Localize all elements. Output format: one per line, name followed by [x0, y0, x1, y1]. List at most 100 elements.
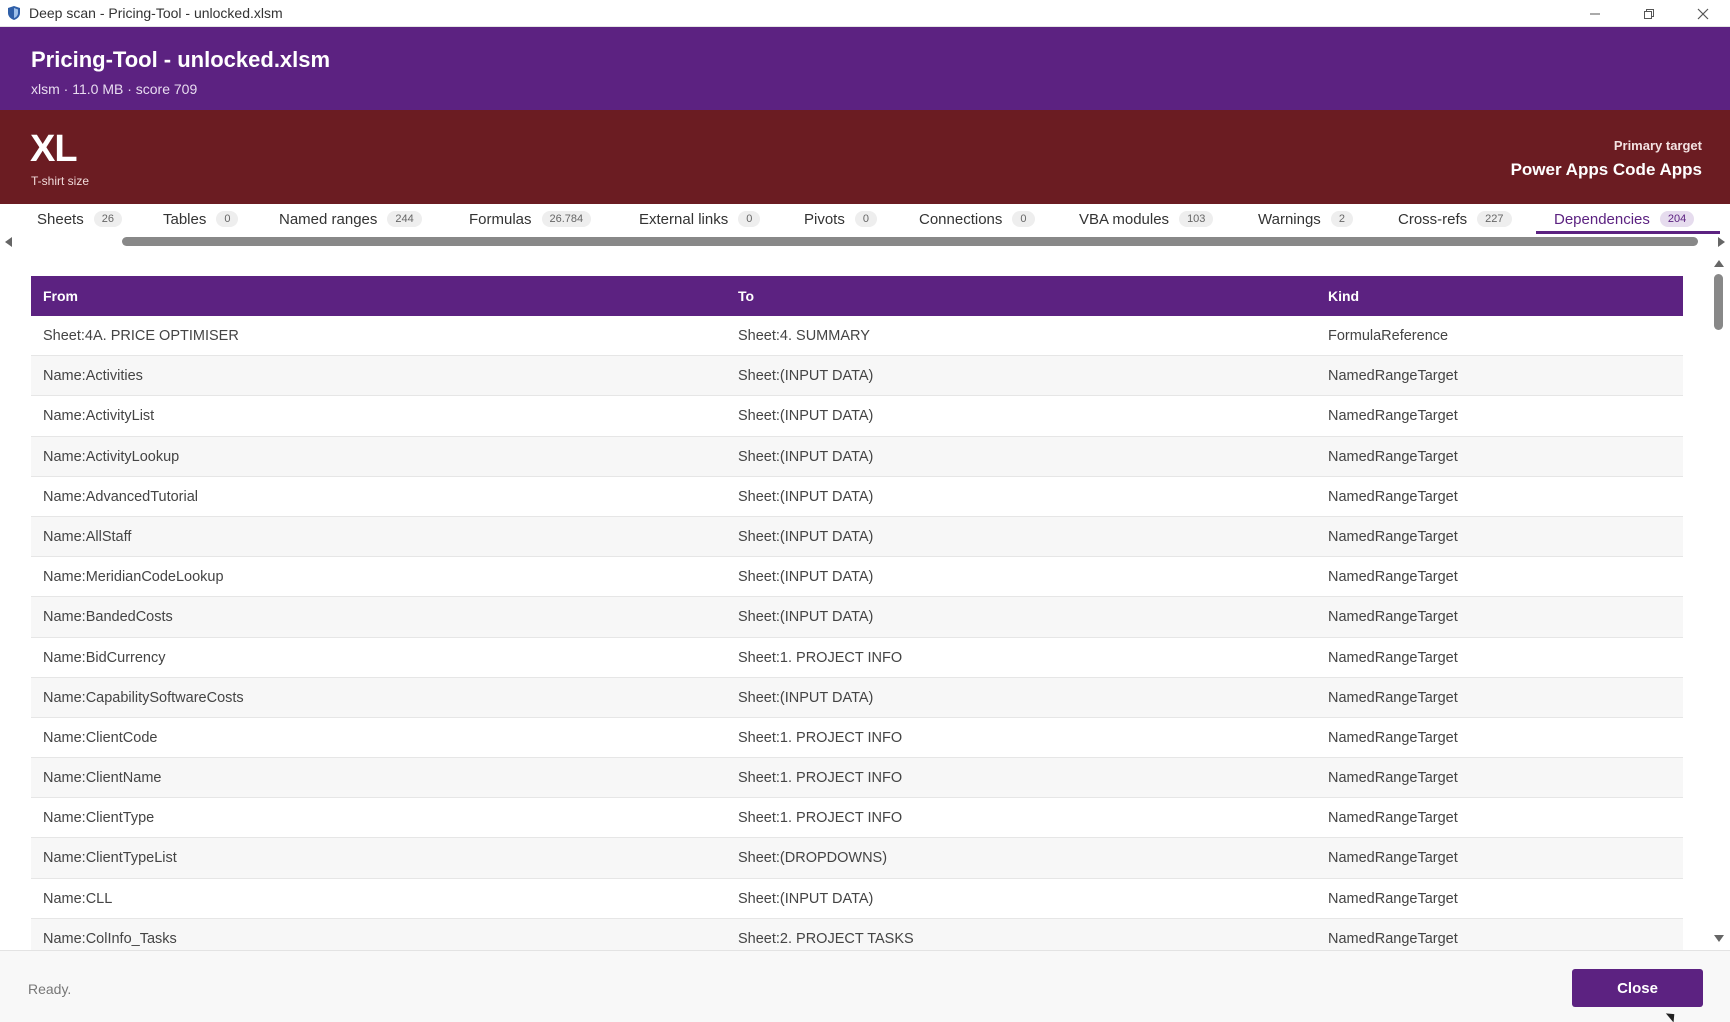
- table-row[interactable]: Name:ClientTypeList Sheet:(DROPDOWNS) Name…: [31, 838, 1683, 879]
- tab-count-badge: 0: [1012, 211, 1035, 227]
- cell-kind: NamedRangeTarget: [1328, 890, 1458, 907]
- tab-dependencies[interactable]: Dependencies 204: [1554, 204, 1695, 234]
- cell-to: Sheet:2. PROJECT TASKS: [738, 930, 914, 947]
- tab-label: Cross-refs: [1398, 210, 1468, 228]
- cell-kind: NamedRangeTarget: [1328, 368, 1458, 385]
- table-row[interactable]: Name:MeridianCodeLookup Sheet:(INPUT DATA…: [31, 557, 1683, 598]
- tab-scroll-thumb[interactable]: [122, 237, 1698, 246]
- tab-cross-refs[interactable]: Cross-refs 227: [1398, 204, 1512, 234]
- table-scroll-thumb[interactable]: [1714, 274, 1723, 330]
- table-row[interactable]: Name:BidCurrency Sheet:1. PROJECT INFO Nam…: [31, 638, 1683, 678]
- tab-label: Warnings: [1258, 210, 1321, 228]
- cell-kind: NamedRangeTarget: [1328, 810, 1458, 827]
- cell-to: Sheet:(DROPDOWNS): [738, 850, 888, 867]
- table-row[interactable]: Name:ColInfo_Tasks Sheet:2. PROJECT TASKS…: [31, 918, 1683, 950]
- column-header-from[interactable]: From: [43, 288, 78, 304]
- tab-connections[interactable]: Connections 0: [919, 204, 1035, 234]
- table-row[interactable]: Name:Activities Sheet:(INPUT DATA) NamedRa…: [31, 356, 1683, 397]
- window-controls: [1568, 0, 1730, 27]
- cell-to: Sheet:(INPUT DATA): [738, 408, 874, 425]
- cell-from: Name:ClientCode: [43, 729, 158, 746]
- minimize-button[interactable]: [1568, 0, 1622, 27]
- tshirt-size-label: T-shirt size: [31, 174, 90, 188]
- table-row[interactable]: Name:CLL Sheet:(INPUT DATA) NamedRangeTarg…: [31, 879, 1683, 919]
- table-scrollbar[interactable]: [1708, 250, 1730, 950]
- tab-named-ranges[interactable]: Named ranges 244: [279, 204, 422, 234]
- cell-kind: NamedRangeTarget: [1328, 528, 1458, 545]
- tab-pivots[interactable]: Pivots 0: [804, 204, 877, 234]
- cell-kind: FormulaReference: [1328, 328, 1449, 344]
- table-row[interactable]: Name:ClientCode Sheet:1. PROJECT INFO Name…: [31, 718, 1683, 759]
- cell-to: Sheet:1. PROJECT INFO: [738, 649, 903, 666]
- minimize-icon: [1590, 13, 1600, 14]
- table-row[interactable]: Name:ClientType Sheet:1. PROJECT INFO Name…: [31, 798, 1683, 839]
- table-row[interactable]: Name:CapabilitySoftwareCosts Sheet:(INPUT…: [31, 677, 1683, 718]
- window-close-button[interactable]: [1676, 0, 1730, 27]
- close-icon: [1697, 8, 1709, 19]
- tab-count-badge: 0: [216, 211, 239, 227]
- tab-scrollbar[interactable]: [0, 234, 1730, 250]
- scroll-up-arrow-icon[interactable]: [1714, 260, 1724, 267]
- cell-from: Name:ClientTypeList: [43, 850, 177, 867]
- cell-from: Sheet:4A. PRICE OPTIMISER: [43, 328, 239, 344]
- file-title: Pricing-Tool - unlocked.xlsm: [31, 47, 331, 72]
- cell-to: Sheet:(INPUT DATA): [738, 609, 874, 626]
- scroll-right-arrow-icon[interactable]: [1718, 237, 1725, 247]
- cell-from: Name:AdvancedTutorial: [43, 488, 199, 505]
- restore-button[interactable]: [1622, 0, 1676, 27]
- cell-to: Sheet:(INPUT DATA): [738, 528, 874, 545]
- tab-strip: Sheets 26 Tables 0 Named ranges 244 Formula…: [0, 204, 1730, 234]
- dialog-footer: Ready. Close: [0, 950, 1730, 1022]
- tab-count-badge: 0: [854, 211, 877, 227]
- table-header: From To Kind: [31, 276, 1683, 316]
- tab-count-badge: 26.784: [541, 211, 592, 227]
- tab-label: Connections: [919, 210, 1003, 228]
- tab-count-badge: 103: [1179, 211, 1214, 227]
- cell-kind: NamedRangeTarget: [1328, 649, 1458, 666]
- cell-kind: NamedRangeTarget: [1328, 448, 1458, 465]
- cell-from: Name:CapabilitySoftwareCosts: [43, 689, 244, 706]
- tab-label: Dependencies: [1554, 210, 1650, 228]
- summary-band: XL T-shirt size Primary target Power App…: [0, 110, 1730, 204]
- cell-to: Sheet:(INPUT DATA): [738, 689, 874, 706]
- tab-label: Formulas: [469, 210, 532, 228]
- column-header-to[interactable]: To: [738, 288, 754, 304]
- column-header-kind[interactable]: Kind: [1328, 288, 1359, 304]
- tab-vba-modules[interactable]: VBA modules 103: [1079, 204, 1214, 234]
- primary-target-value: Power Apps Code Apps: [1510, 160, 1702, 179]
- cell-from: Name:ActivityLookup: [43, 448, 180, 465]
- cell-from: Name:ClientName: [43, 770, 162, 787]
- cell-to: Sheet:4. SUMMARY: [738, 328, 870, 344]
- scroll-left-arrow-icon[interactable]: [5, 237, 12, 247]
- tab-external-links[interactable]: External links 0: [639, 204, 761, 234]
- tshirt-size-value: XL: [30, 128, 78, 170]
- file-meta: xlsm · 11.0 MB · score 709: [31, 81, 198, 97]
- cell-kind: NamedRangeTarget: [1328, 850, 1458, 867]
- cell-kind: NamedRangeTarget: [1328, 689, 1458, 706]
- dependencies-panel: From To Kind Sheet:4A. PRICE OPTIMISER Sh…: [0, 250, 1730, 950]
- table-row[interactable]: Name:ClientName Sheet:1. PROJECT INFO Name…: [31, 758, 1683, 799]
- window-titlebar: Deep scan - Pricing-Tool - unlocked.xlsm: [0, 0, 1730, 27]
- table-row[interactable]: Sheet:4A. PRICE OPTIMISER Sheet:4. SUMMAR…: [31, 316, 1683, 357]
- cell-kind: NamedRangeTarget: [1328, 770, 1458, 787]
- file-header: Pricing-Tool - unlocked.xlsm xlsm · 11.0…: [0, 27, 1730, 110]
- cell-from: Name:ActivityList: [43, 408, 155, 425]
- cell-kind: NamedRangeTarget: [1328, 488, 1458, 505]
- tab-tables[interactable]: Tables 0: [163, 204, 239, 234]
- cell-from: Name:BandedCosts: [43, 609, 173, 626]
- tab-warnings[interactable]: Warnings 2: [1258, 204, 1353, 234]
- tab-count-badge: 0: [738, 211, 761, 227]
- tab-label: Named ranges: [279, 210, 378, 228]
- scroll-down-arrow-icon[interactable]: [1714, 935, 1724, 942]
- tab-formulas[interactable]: Formulas 26.784: [469, 204, 592, 234]
- table-row[interactable]: Name:BandedCosts Sheet:(INPUT DATA) NamedR…: [31, 597, 1683, 638]
- cell-to: Sheet:1. PROJECT INFO: [738, 729, 903, 746]
- tab-sheets[interactable]: Sheets 26: [37, 204, 122, 234]
- cell-to: Sheet:(INPUT DATA): [738, 368, 874, 385]
- table-row[interactable]: Name:ActivityLookup Sheet:(INPUT DATA) Nam…: [31, 436, 1683, 477]
- table-row[interactable]: Name:AllStaff Sheet:(INPUT DATA) NamedRang…: [31, 516, 1683, 558]
- cell-kind: NamedRangeTarget: [1328, 609, 1458, 626]
- table-row[interactable]: Name:ActivityList Sheet:(INPUT DATA) Named…: [31, 396, 1683, 437]
- table-row[interactable]: Name:AdvancedTutorial Sheet:(INPUT DATA) N…: [31, 477, 1683, 517]
- close-button[interactable]: Close: [1572, 969, 1703, 1007]
